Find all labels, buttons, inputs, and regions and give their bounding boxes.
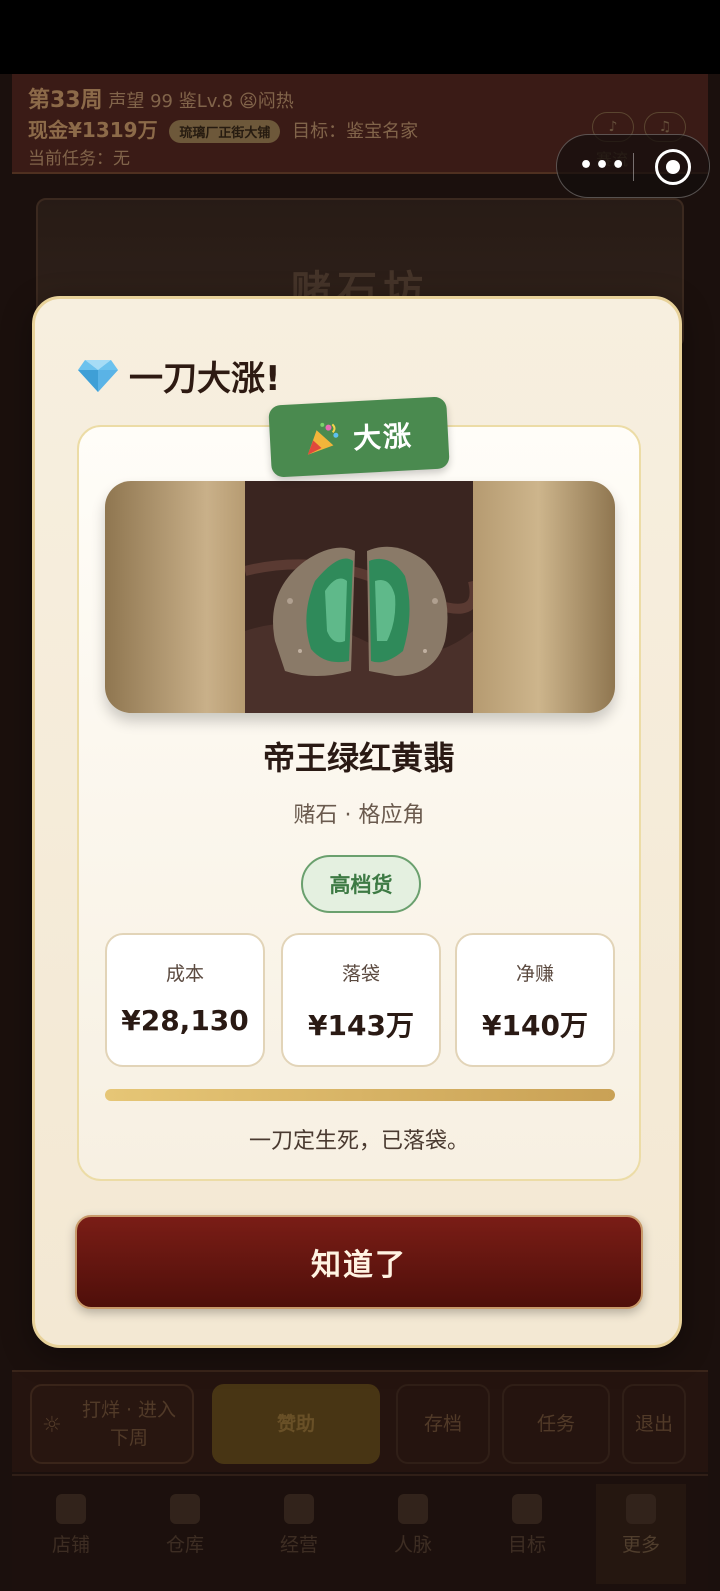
status-bar [0, 0, 720, 74]
party-popper-icon [307, 422, 339, 455]
stat-value: ¥140万 [482, 1009, 588, 1042]
dots-icon[interactable]: ••• [579, 153, 627, 178]
result-dialog: 一刀大涨! 大涨 帝王绿红黄翡 赌石 · 格应角 高档货 成本 ¥28,130 … [32, 296, 682, 1348]
capsule-divider [633, 153, 634, 181]
progress-bar [105, 1089, 615, 1101]
item-subtitle: 赌石 · 格应角 [293, 803, 425, 828]
dialog-title-text: 一刀大涨! [129, 359, 281, 399]
stat-label: 成本 [165, 963, 204, 985]
split-stone-illustration [245, 481, 473, 713]
item-card: 帝王绿红黄翡 赌石 · 格应角 高档货 成本 ¥28,130 落袋 ¥143万 … [77, 425, 641, 1181]
result-badge: 大涨 [268, 396, 450, 478]
stat-label: 落袋 [341, 963, 380, 985]
grade-badge: 高档货 [301, 855, 421, 913]
verdict-text: 一刀定生死，已落袋。 [248, 1129, 469, 1154]
dialog-title: 一刀大涨! [77, 351, 281, 400]
target-circle-icon[interactable] [655, 149, 691, 185]
miniprogram-capsule: ••• [556, 134, 710, 198]
stat-cost: 成本 ¥28,130 [105, 933, 265, 1067]
confirm-button[interactable]: 知道了 [75, 1215, 643, 1309]
item-name: 帝王绿红黄翡 [262, 739, 455, 777]
stat-profit: 净赚 ¥140万 [455, 933, 615, 1067]
gem-icon [78, 359, 118, 392]
stat-payout: 落袋 ¥143万 [281, 933, 441, 1067]
stat-value: ¥28,130 [121, 1004, 249, 1037]
result-badge-label: 大涨 [352, 419, 414, 456]
stat-value: ¥143万 [308, 1009, 414, 1042]
jade-stone-image [105, 481, 615, 713]
stat-label: 净赚 [515, 963, 554, 985]
